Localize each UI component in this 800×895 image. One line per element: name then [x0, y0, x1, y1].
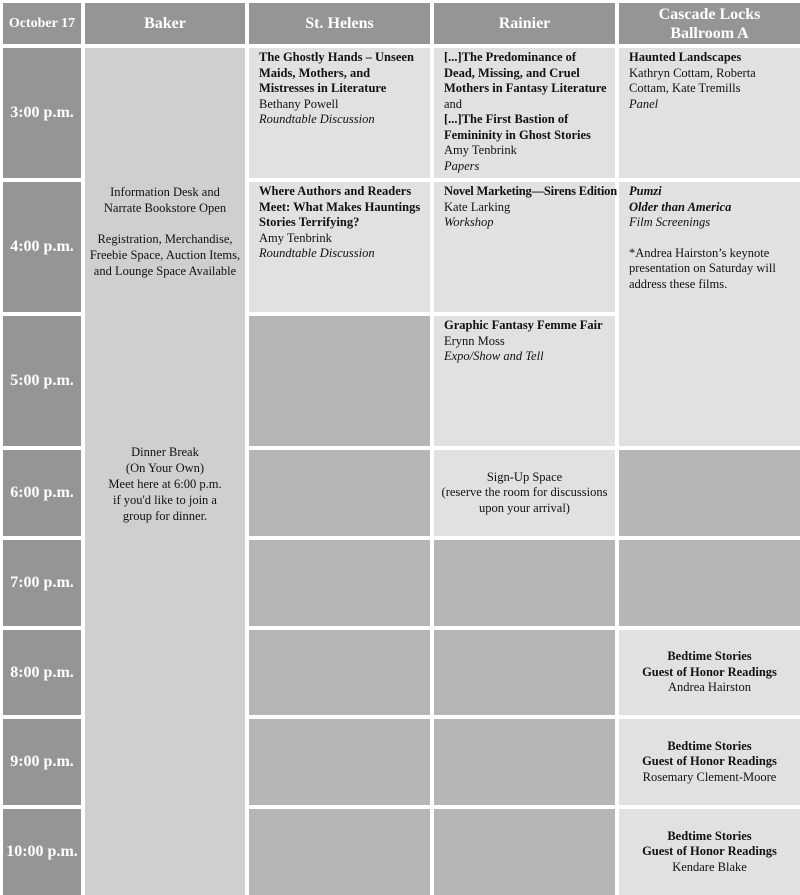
empty-slot	[249, 630, 430, 715]
room-header-rainier: Rainier	[434, 3, 615, 44]
time-slot: 8:00 p.m.	[3, 630, 81, 715]
session-ghostly-hands: The Ghostly Hands – Unseen Maids, Mother…	[249, 48, 430, 178]
session-title: Graphic Fantasy Femme Fair	[444, 318, 603, 332]
registration-line: Registration, Merchandise,	[97, 232, 233, 246]
dinner-line: Dinner Break	[131, 445, 199, 459]
session-title: [...]The First Bastion of Femininity in …	[444, 112, 591, 142]
schedule-grid: October 17 Baker St. Helens Rainier Casc…	[3, 3, 800, 895]
info-line: Information Desk and	[110, 185, 220, 199]
dinner-line: if you'd like to join a	[113, 493, 217, 507]
session-title: Bedtime Stories	[667, 738, 752, 753]
dinner-line: group for dinner.	[122, 509, 208, 523]
time-slot: 10:00 p.m.	[3, 809, 81, 895]
info-line: Narrate Bookstore Open	[103, 201, 227, 215]
session-bedtime-stories: Bedtime Stories Guest of Honor Readings …	[619, 630, 800, 715]
registration-line: and Lounge Space Available	[93, 264, 237, 278]
session-type: Papers	[444, 158, 480, 173]
session-presenter: Kendare Blake	[672, 859, 747, 874]
keynote-note: *Andrea Hairston’s keynote presentation …	[629, 245, 776, 291]
session-papers: [...]The Predominance of Dead, Missing, …	[434, 48, 615, 178]
session-graphic-fantasy-femme-fair: Graphic Fantasy Femme Fair Erynn Moss Ex…	[434, 316, 615, 446]
session-bedtime-stories: Bedtime Stories Guest of Honor Readings …	[619, 809, 800, 895]
session-novel-marketing: Novel Marketing—Sirens Edition Kate Lark…	[434, 182, 617, 312]
session-subtitle: Guest of Honor Readings	[642, 844, 777, 859]
session-title: Novel Marketing—Sirens Edition	[444, 184, 617, 198]
sign-up-line: Sign-Up Space	[486, 469, 563, 484]
sign-up-line: (reserve the room for discussions	[441, 485, 608, 500]
empty-slot	[249, 540, 430, 626]
session-type: Film Screenings	[629, 215, 711, 229]
session-title: [...]The Predominance of Dead, Missing, …	[444, 50, 607, 95]
room-header-cascade-line1: Cascade Locks	[658, 5, 761, 23]
room-header-baker: Baker	[85, 3, 245, 44]
time-slot: 6:00 p.m.	[3, 450, 81, 536]
time-slot: 9:00 p.m.	[3, 719, 81, 805]
session-type: Roundtable Discussion	[259, 246, 375, 260]
session-presenter: Amy Tenbrink	[259, 230, 332, 245]
session-where-authors-readers-meet: Where Authors and Readers Meet: What Mak…	[249, 182, 430, 312]
time-slot: 7:00 p.m.	[3, 540, 81, 626]
session-title: Where Authors and Readers Meet: What Mak…	[259, 184, 421, 229]
empty-slot	[249, 316, 430, 446]
film-title: Older than America	[629, 199, 732, 214]
session-bedtime-stories: Bedtime Stories Guest of Honor Readings …	[619, 719, 800, 805]
empty-slot	[249, 809, 430, 895]
session-presenter: Andrea Hairston	[668, 680, 751, 695]
session-presenter: Kate Larking	[444, 199, 511, 214]
dinner-break-text: Dinner Break (On Your Own) Meet here at …	[85, 444, 245, 524]
empty-slot	[434, 719, 615, 805]
sign-up-space: Sign-Up Space (reserve the room for disc…	[434, 450, 615, 536]
session-presenter: Erynn Moss	[444, 333, 505, 348]
empty-slot	[434, 540, 615, 626]
empty-slot	[249, 450, 430, 536]
date-header: October 17	[3, 3, 81, 44]
session-presenter: Kathryn Cottam, Roberta Cottam, Kate Tre…	[629, 65, 756, 96]
film-title: Pumzi	[629, 184, 662, 198]
session-haunted-landscapes: Haunted Landscapes Kathryn Cottam, Rober…	[619, 48, 800, 178]
session-type: Workshop	[444, 215, 494, 229]
room-header-cascade-line2: Ballroom A	[670, 24, 749, 42]
sign-up-line: upon your arrival)	[479, 500, 570, 515]
registration-text: Registration, Merchandise, Freebie Space…	[85, 231, 245, 279]
session-title: Haunted Landscapes	[629, 50, 742, 64]
session-subtitle: Guest of Honor Readings	[642, 754, 777, 769]
time-slot: 3:00 p.m.	[3, 48, 81, 178]
info-desk-text: Information Desk and Narrate Bookstore O…	[85, 184, 245, 216]
session-presenter: Rosemary Clement-Moore	[642, 769, 777, 784]
session-title: Bedtime Stories	[667, 828, 752, 843]
dinner-line: (On Your Own)	[125, 461, 205, 475]
empty-slot	[434, 809, 615, 895]
session-film-screenings: Pumzi Older than America Film Screenings…	[619, 182, 800, 446]
session-presenter: Amy Tenbrink	[444, 143, 517, 157]
baker-column: Information Desk and Narrate Bookstore O…	[85, 48, 245, 895]
empty-slot	[619, 540, 800, 626]
room-header-cascade-locks: Cascade Locks Ballroom A	[619, 3, 800, 44]
registration-line: Freebie Space, Auction Items,	[89, 248, 241, 262]
session-type: Panel	[629, 96, 659, 111]
time-slot: 5:00 p.m.	[3, 316, 81, 446]
empty-slot	[434, 630, 615, 715]
session-title: Bedtime Stories	[667, 649, 752, 664]
session-type: Expo/Show and Tell	[444, 349, 544, 363]
session-type: Roundtable Discussion	[259, 112, 375, 126]
empty-slot	[249, 719, 430, 805]
session-title: The Ghostly Hands – Unseen Maids, Mother…	[259, 50, 414, 95]
dinner-line: Meet here at 6:00 p.m.	[108, 477, 222, 491]
empty-slot	[619, 450, 800, 536]
session-subtitle: Guest of Honor Readings	[642, 664, 777, 679]
time-slot: 4:00 p.m.	[3, 182, 81, 312]
session-joiner: and	[444, 96, 463, 111]
session-presenter: Bethany Powell	[259, 96, 339, 111]
room-header-st-helens: St. Helens	[249, 3, 430, 44]
